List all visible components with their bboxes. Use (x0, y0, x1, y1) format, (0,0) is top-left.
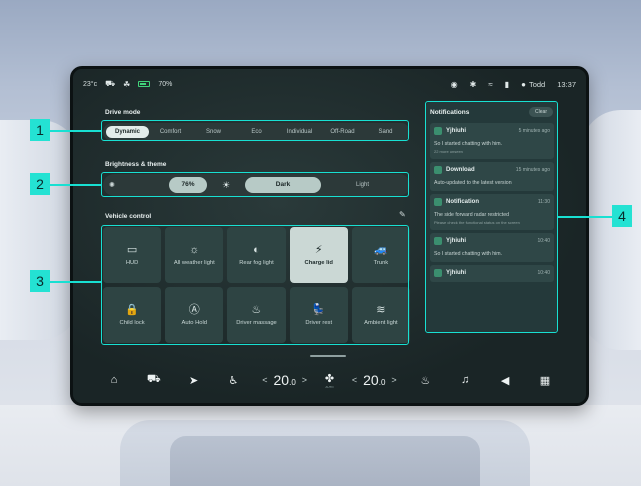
navigation-icon[interactable]: ➤ (183, 374, 205, 387)
left-temperature-control: < 20.0 > (262, 372, 307, 388)
brightness-title: Brightness & theme (105, 161, 167, 168)
battery-percent: 70% (158, 80, 173, 88)
vehicle-control-title: Vehicle control (105, 213, 152, 220)
left-temperature: 20 (273, 372, 290, 388)
callout-number-4: 4 (612, 205, 632, 227)
callout-box-3 (101, 225, 409, 345)
callout-line-3 (50, 281, 101, 283)
drive-mode-title: Drive mode (105, 109, 141, 116)
right-temperature-decimal: .0 (378, 378, 386, 387)
edit-icon[interactable]: ✎ (399, 210, 406, 219)
eco-leaf-icon: ☘ (123, 79, 131, 89)
right-temperature: 20 (363, 372, 379, 388)
home-indicator[interactable] (310, 355, 346, 357)
bluetooth-icon[interactable]: ✱ (470, 80, 477, 89)
seat-icon[interactable]: ♿ (222, 374, 244, 387)
callout-line-2 (50, 184, 101, 186)
seat-heat-icon[interactable]: ♨ (414, 374, 436, 387)
center-console-inner (170, 436, 480, 486)
fan-icon: ✤ (324, 372, 335, 385)
right-temperature-control: < 20.0 > (352, 372, 397, 388)
car-status-icon: ⛟ (105, 79, 116, 88)
callout-line-4 (558, 216, 614, 218)
hotspot-icon[interactable]: ◉ (451, 80, 458, 89)
fan-mode-label: AUTO (325, 384, 334, 389)
right-temp-up-button[interactable]: > (391, 375, 396, 385)
battery-icon (138, 81, 151, 87)
callout-line-1 (50, 130, 101, 132)
callout-box-4 (425, 101, 558, 333)
dashboard-left-panel (0, 120, 80, 340)
wifi-icon[interactable]: ≈ (488, 80, 492, 89)
callout-number-3: 3 (30, 270, 50, 292)
apps-icon[interactable]: ▦ (534, 374, 556, 387)
user-icon: ● (521, 79, 526, 89)
callout-box-2 (101, 172, 409, 197)
signal-icon: ▮ (504, 79, 510, 89)
callout-number-2: 2 (30, 173, 50, 195)
left-temperature-decimal: .0 (289, 378, 296, 387)
left-temp-down-button[interactable]: < (262, 375, 267, 385)
left-temp-up-button[interactable]: > (302, 375, 307, 385)
user-profile[interactable]: ● Todd (521, 80, 545, 89)
clock: 13:37 (557, 79, 576, 89)
bottom-dock: ⌂ ⛟ ➤ ♿ < 20.0 > ✤ AUTO < 20.0 > ♨ ♫ ◀ ▦ (83, 366, 576, 394)
music-icon[interactable]: ♫ (454, 374, 476, 386)
outside-temperature: 23°c (83, 80, 98, 88)
car-icon[interactable]: ⛟ (143, 373, 165, 387)
right-temp-down-button[interactable]: < (352, 375, 357, 385)
home-icon[interactable]: ⌂ (103, 374, 125, 386)
callout-box-1 (101, 120, 409, 141)
user-name: Todd (528, 79, 546, 89)
status-bar: 23°c ⛟ ☘ 70% ◉ ✱ ≈ ▮ ● Todd 13:37 (83, 77, 576, 91)
fan-control[interactable]: ✤ AUTO (325, 372, 334, 389)
dashboard-right-panel (581, 110, 641, 350)
volume-icon[interactable]: ◀ (494, 374, 516, 387)
callout-number-1: 1 (30, 119, 50, 141)
